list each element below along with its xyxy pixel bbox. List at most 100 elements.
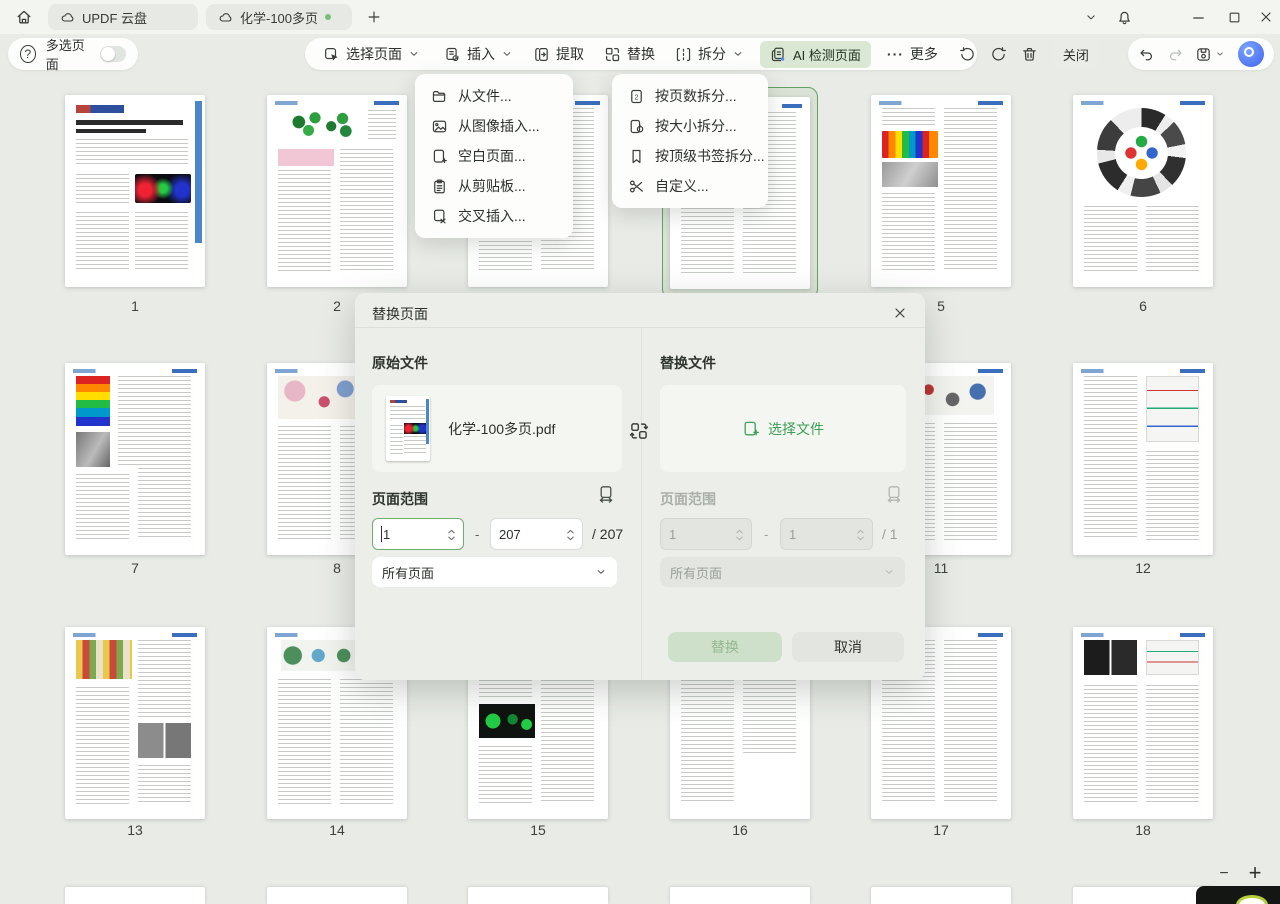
close-organize-button[interactable]: 关闭 — [1049, 38, 1103, 70]
page-range-icon — [885, 485, 903, 503]
page-number: 6 — [1073, 298, 1213, 314]
page-decor — [76, 474, 129, 539]
page-decor — [76, 129, 146, 134]
rotate-right-button[interactable] — [983, 38, 1014, 70]
redo-icon[interactable] — [1167, 46, 1184, 63]
cancel-button[interactable]: 取消 — [792, 632, 904, 662]
ai-detect-pages-button[interactable]: AI 检测页面 — [754, 38, 877, 70]
delete-pages-button[interactable] — [1014, 38, 1045, 70]
range-scope-select[interactable]: 所有页面 — [372, 557, 617, 587]
ai-assistant-button[interactable] — [1238, 41, 1264, 67]
page-decor — [76, 105, 124, 114]
page-thumbnail-12[interactable] — [1073, 363, 1213, 555]
select-pages-button[interactable]: 选择页面 — [313, 38, 430, 70]
zoom-out-button[interactable]: − — [1212, 864, 1236, 884]
menu-item-split-by-size[interactable]: 按大小拆分... — [612, 111, 768, 141]
page-decor — [1081, 633, 1204, 637]
tab-updf-cloud[interactable]: UPDF 云盘 — [48, 4, 198, 30]
menu-item-label: 空白页面... — [458, 146, 526, 166]
page-range-icon[interactable] — [597, 485, 615, 503]
menu-item-split-by-bookmark[interactable]: 按顶级书签拆分... — [612, 141, 768, 171]
page-thumbnail-23[interactable] — [871, 887, 1011, 904]
extract-button[interactable]: 提取 — [523, 38, 594, 70]
extract-icon — [533, 46, 550, 63]
page-thumbnail-22[interactable] — [670, 887, 810, 904]
assistant-popup[interactable] — [1196, 886, 1280, 904]
dialog-close-button[interactable] — [889, 302, 911, 324]
page-thumbnail-7[interactable] — [65, 363, 205, 555]
page-thumbnail-21[interactable] — [468, 887, 608, 904]
page-decor — [76, 432, 110, 467]
page-thumbnail-5[interactable] — [871, 95, 1011, 287]
select-cursor-icon — [323, 46, 340, 63]
choose-file-button[interactable]: 选择文件 — [660, 385, 906, 472]
split-button[interactable]: 拆分 — [665, 38, 754, 70]
zoom-in-button[interactable]: + — [1242, 860, 1268, 886]
split-by-pages-icon: 2 — [628, 88, 645, 105]
range-from-input[interactable]: 1 — [372, 518, 464, 550]
window-close-button[interactable] — [1254, 5, 1278, 29]
page-toolbar: ? 多选页面 选择页面 插入 提取 替换 拆分 — [0, 34, 1280, 74]
rotate-left-button[interactable] — [952, 38, 983, 70]
menu-item-label: 自定义... — [655, 176, 709, 196]
replace-confirm-button[interactable]: 替换 — [668, 632, 782, 662]
new-tab-button[interactable] — [362, 5, 386, 29]
stepper-icon[interactable] — [565, 527, 576, 543]
menu-item-from-file[interactable]: 从文件... — [415, 81, 573, 111]
page-decor — [76, 139, 188, 164]
home-button[interactable] — [12, 5, 36, 29]
page-decor — [278, 170, 331, 272]
menu-item-from-image[interactable]: 从图像插入... — [415, 111, 573, 141]
minimize-button[interactable] — [1186, 5, 1210, 29]
page-number: 15 — [468, 822, 608, 838]
page-thumbnail-19[interactable] — [65, 887, 205, 904]
page-decor — [340, 679, 393, 804]
insert-menu: 从文件... 从图像插入... 空白页面... 从剪贴板... 交叉插入... — [415, 74, 573, 238]
stepper-icon — [855, 527, 866, 543]
menu-item-blank-page[interactable]: 空白页面... — [415, 141, 573, 171]
menu-item-from-clipboard[interactable]: 从剪贴板... — [415, 171, 573, 201]
range-to-input[interactable]: 207 — [490, 518, 583, 550]
tab-list-button[interactable] — [1080, 5, 1102, 29]
page-thumbnail-2[interactable] — [267, 95, 407, 287]
page-decor — [479, 704, 535, 739]
more-button[interactable]: ··· 更多 — [877, 38, 948, 70]
menu-item-cross-insert[interactable]: 交叉插入... — [415, 201, 573, 231]
undo-icon[interactable] — [1138, 46, 1155, 63]
multi-select-toggle[interactable] — [100, 46, 126, 62]
page-decor — [944, 423, 997, 540]
page-decor — [73, 633, 196, 637]
menu-item-custom-split[interactable]: 自定义... — [612, 171, 768, 201]
page-thumbnail-13[interactable] — [65, 627, 205, 819]
page-thumbnail-20[interactable] — [267, 887, 407, 904]
maximize-button[interactable] — [1222, 5, 1246, 29]
maximize-icon — [1227, 10, 1242, 25]
help-icon[interactable]: ? — [20, 45, 36, 63]
replace-file-label: 替换文件 — [660, 353, 716, 373]
page-thumbnail-18[interactable] — [1073, 627, 1213, 819]
split-icon — [675, 46, 692, 63]
clipboard-icon — [431, 178, 448, 195]
chevron-down-icon — [883, 566, 895, 578]
page-thumbnail-1[interactable] — [65, 95, 205, 287]
insert-button[interactable]: 插入 — [434, 38, 523, 70]
range-to-value: 207 — [499, 527, 521, 542]
page-decor — [1146, 685, 1199, 804]
replace-button[interactable]: 替换 — [594, 38, 665, 70]
stepper-icon[interactable] — [446, 527, 457, 543]
page-decor — [1081, 369, 1204, 373]
page-thumbnail-6[interactable] — [1073, 95, 1213, 287]
trash-icon — [1021, 46, 1038, 63]
page-thumbnail-24[interactable] — [1073, 887, 1213, 904]
replace-label: 替换 — [627, 44, 655, 64]
replace-pages-dialog: 替换页面 原始文件 化学-100多页.pdf 替换文件 选择文件 页面范围 1 … — [355, 293, 925, 680]
page-decor — [278, 426, 331, 539]
save-button[interactable] — [1195, 46, 1226, 63]
replace-file-card[interactable]: 选择文件 — [660, 385, 906, 472]
split-by-size-icon — [628, 118, 645, 135]
notifications-button[interactable] — [1112, 5, 1136, 29]
swap-files-icon — [629, 421, 649, 441]
tab-label: UPDF 云盘 — [82, 8, 147, 27]
menu-item-split-by-pages[interactable]: 2按页数拆分... — [612, 81, 768, 111]
tab-document[interactable]: 化学-100多页 — [206, 4, 352, 30]
